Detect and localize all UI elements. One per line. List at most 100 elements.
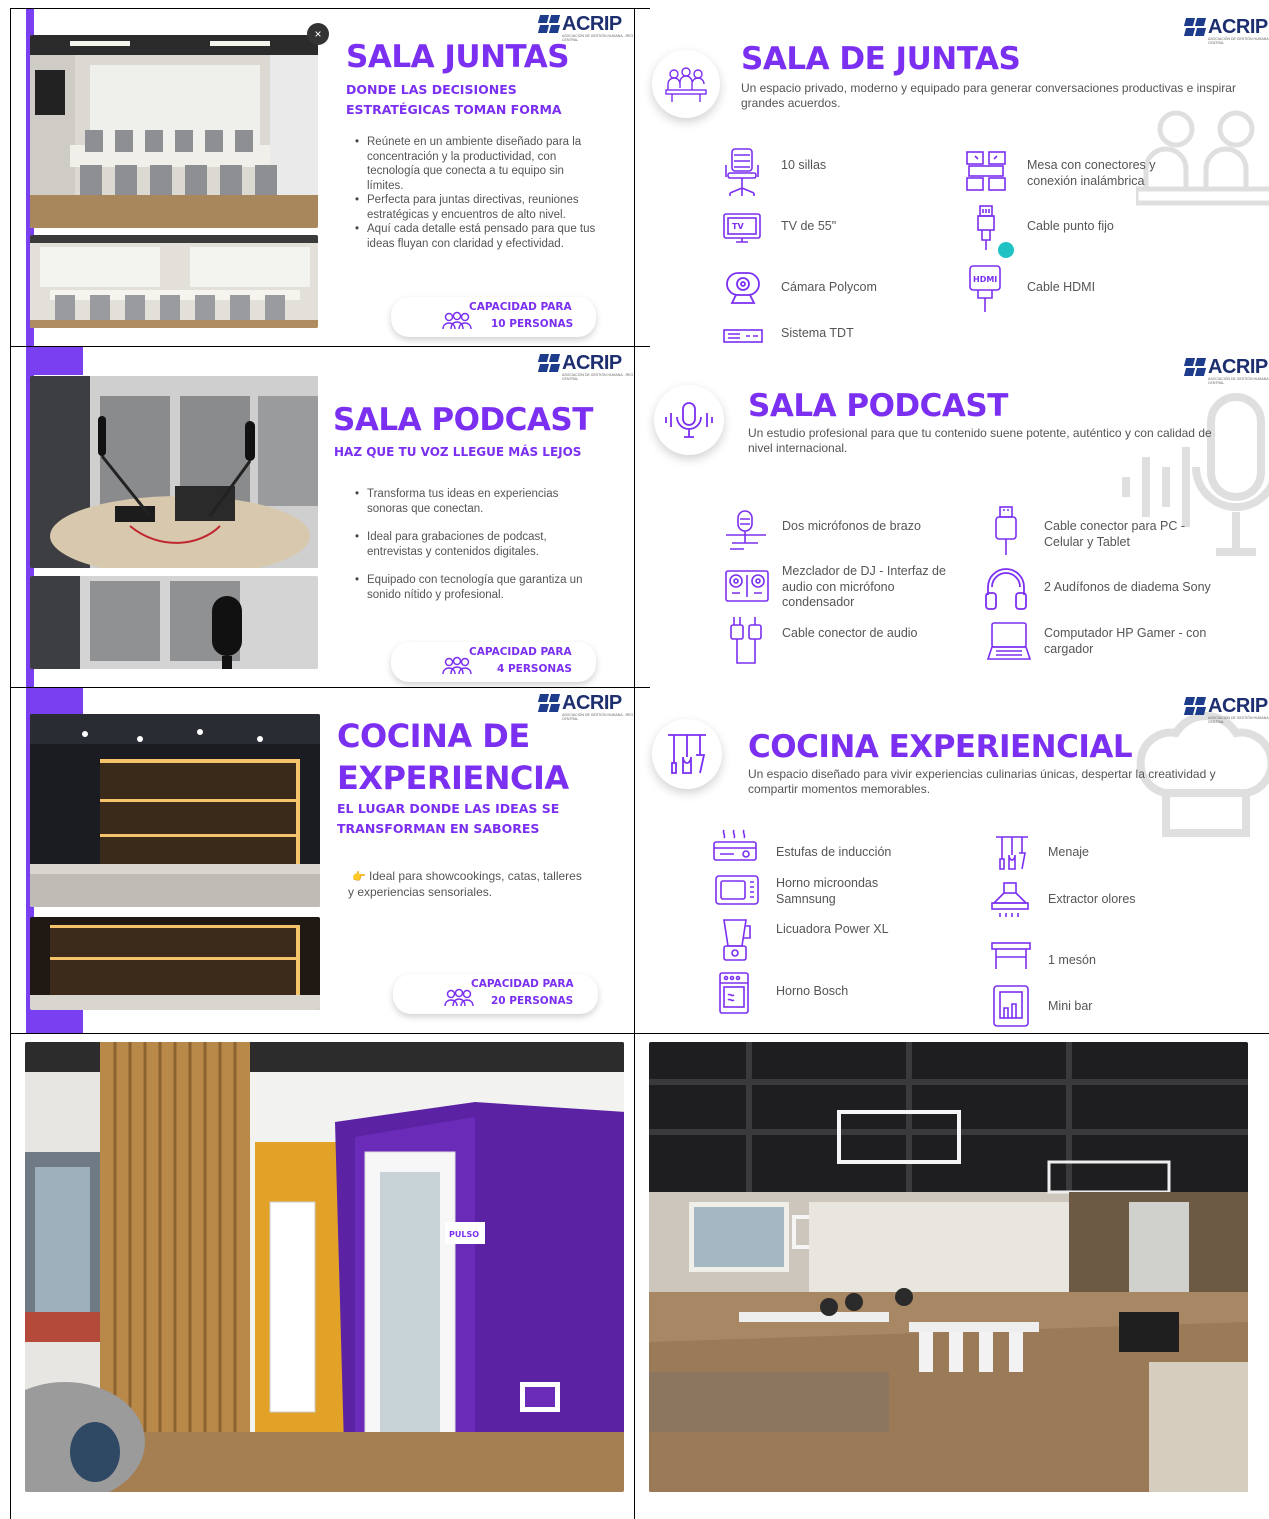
oven-icon [719,972,749,1014]
slide-subtitle: HAZ QUE TU VOZ LLEGUE MÁS LEJOS [334,445,582,459]
accent-bar [26,347,83,375]
acrip-logo: ACRIP ASOCIACIÓN DE GESTIÓN HUMANA - REG… [537,693,633,721]
bullet-item: Equipado con tecnología que garantiza un… [355,573,600,602]
slide-subtitle-line1: DONDE LAS DECISIONES [346,82,517,97]
acrip-logo-subtext: ASOCIACIÓN DE GESTIÓN HUMANA - REGIÓN CE… [1208,377,1269,385]
induction-stove-icon [713,829,757,861]
feature-label: Computador HP Gamer - con cargador [1044,626,1207,656]
acrip-logo-text: ACRIP [1208,16,1268,38]
acrip-logo: ACRIP ASOCIACIÓN DE GESTIÓN HUMANA - REG… [537,13,633,42]
kitchen-photo-2 [30,917,320,1010]
svg-text:TV: TV [732,222,744,231]
podcast-studio-photo-2 [30,576,318,669]
utensils-icon-badge [652,719,722,789]
capacity-label: CAPACIDAD PARA [469,646,572,658]
meeting-icon-badge [652,50,720,118]
slide-subtitle-line2: TRANSFORMAN EN SABORES [337,821,540,836]
conference-table-icon [966,151,1006,191]
slide-title: COCINA EXPERIENCIAL [748,729,1133,765]
feature-label: Horno Bosch [776,984,849,998]
microwave-icon [715,875,759,905]
feature-label: 1 mesón [1048,953,1096,967]
capacity-value: 10 PERSONAS [491,318,574,330]
acrip-logo-subtext: ASOCIACIÓN DE GESTIÓN HUMANA - REGIÓN CE… [562,713,633,721]
feature-label: Menaje [1048,845,1089,859]
meeting-room-photo-2 [30,235,318,328]
document-table: × ACRIP ASOCIACIÓN DE GESTIÓN HUMANA - R… [10,8,1269,1519]
slide-sala-podcast-equipment: ACRIP ASOCIACIÓN DE GESTIÓN HUMANA - REG… [636,347,1269,687]
acrip-logo-subtext: ASOCIACIÓN DE GESTIÓN HUMANA - REGIÓN CE… [1208,37,1269,45]
feature-label: Dos micrófonos de brazo [782,519,921,533]
feature-label: Mini bar [1048,999,1093,1013]
feature-label: Cable conector de audio [782,626,918,640]
ethernet-cable-icon [977,205,1014,258]
slide-description: Un espacio privado, moderno y equipado p… [741,81,1236,110]
slide-title: SALA PODCAST [748,388,1008,424]
headphones-icon [985,568,1027,610]
slide-title-line2: EXPERIENCIA [337,759,569,797]
kitchen-utensils-icon [668,734,706,774]
close-icon[interactable]: × [307,23,329,45]
acrip-logo: ACRIP ASOCIACIÓN DE GESTIÓN HUMANA - REG… [1183,696,1269,724]
usb-cable-icon [995,506,1017,555]
slide-text-line2: y experiencias sensoriales. [348,885,493,899]
slide-text: 👉 Ideal para showcookings, catas, taller… [348,869,618,900]
column-divider [634,8,635,1519]
acrip-logo-mark [537,693,561,713]
capacity-value: 4 PERSONAS [497,663,572,675]
bullet-item: Perfecta para juntas directivas, reunion… [355,193,600,222]
acrip-logo-mark [1183,696,1207,716]
booth-sign-text: PULSO [449,1230,479,1239]
feature-label: Horno microondas Samnsung [776,876,879,906]
bullet-item: Aquí cada detalle está pensado para que … [355,222,600,251]
accent-bar [26,1008,83,1033]
acrip-logo-text: ACRIP [562,352,622,374]
slide-text-line1: Ideal para showcookings, catas, talleres [369,869,582,883]
feature-label: Sistema TDT [781,326,854,340]
row-divider-3 [10,1033,1269,1034]
acrip-logo: ACRIP ASOCIACIÓN DE GESTIÓN HUMANA - REG… [1183,357,1269,385]
acrip-logo-mark [537,14,561,34]
utensils-icon [996,836,1028,870]
slide-cocina-experiencial-equipment: ACRIP ASOCIACIÓN DE GESTIÓN HUMANA - REG… [636,688,1269,1033]
pointing-hand-icon: 👉 [352,871,366,883]
slide-sala-podcast: ACRIP ASOCIACIÓN DE GESTIÓN HUMANA - REG… [11,347,633,687]
accent-bar [26,688,83,714]
feature-label: Mesa con conectores y conexión inalámbri… [1027,158,1156,188]
capacity-badge: CAPACIDAD PARA 10 PERSONAS [391,297,596,337]
slide-subtitle-line1: EL LUGAR DONDE LAS IDEAS SE [337,801,560,816]
extractor-hood-icon [991,882,1029,917]
slide-sala-juntas: × ACRIP ASOCIACIÓN DE GESTIÓN HUMANA - R… [11,9,633,346]
feature-label: Extractor olores [1048,892,1136,906]
people-icon [442,656,472,675]
feature-label: Mezclador de DJ - Interfaz de audio con … [782,564,946,609]
webcam-icon [726,272,760,304]
acrip-logo-text: ACRIP [562,13,622,35]
people-icon [444,988,474,1007]
bullet-item: Transforma tus ideas en experiencias son… [355,487,600,516]
slide-cocina-de-experiencia: ACRIP ASOCIACIÓN DE GESTIÓN HUMANA - REG… [11,688,633,1033]
tdt-box-icon [723,329,763,343]
acrip-logo-mark [1183,357,1207,377]
capacity-label: CAPACIDAD PARA [469,301,572,313]
feature-bullets: Reúnete en un ambiente diseñado para la … [355,135,600,251]
acrip-logo-mark [1183,17,1207,37]
acrip-logo: ACRIP ASOCIACIÓN DE GESTIÓN HUMANA - REG… [1183,16,1269,45]
slide-description: Un espacio diseñado para vivir experienc… [748,767,1216,796]
boom-mic-icon [726,510,766,550]
audio-cable-icon [730,617,762,664]
blender-icon [723,919,751,961]
capacity-label: CAPACIDAD PARA [471,978,574,990]
svg-text:HDMI: HDMI [973,275,997,284]
meeting-room-photo [30,35,318,228]
slide-sala-de-juntas-equipment: ACRIP ASOCIACIÓN DE GESTIÓN HUMANA - REG… [636,9,1269,346]
meeting-icon [665,67,707,102]
coworking-space-photo [649,1042,1248,1492]
feature-label: 2 Audífonos de diadema Sony [1044,580,1211,594]
feature-label: Cable HDMI [1027,280,1096,294]
microphone-wave-icon [665,402,713,438]
feature-label: Cámara Polycom [781,280,877,294]
hdmi-icon: HDMI [969,265,1001,312]
slide-subtitle-line2: ESTRATÉGICAS TOMAN FORMA [346,102,562,117]
feature-label: 10 sillas [781,158,827,172]
